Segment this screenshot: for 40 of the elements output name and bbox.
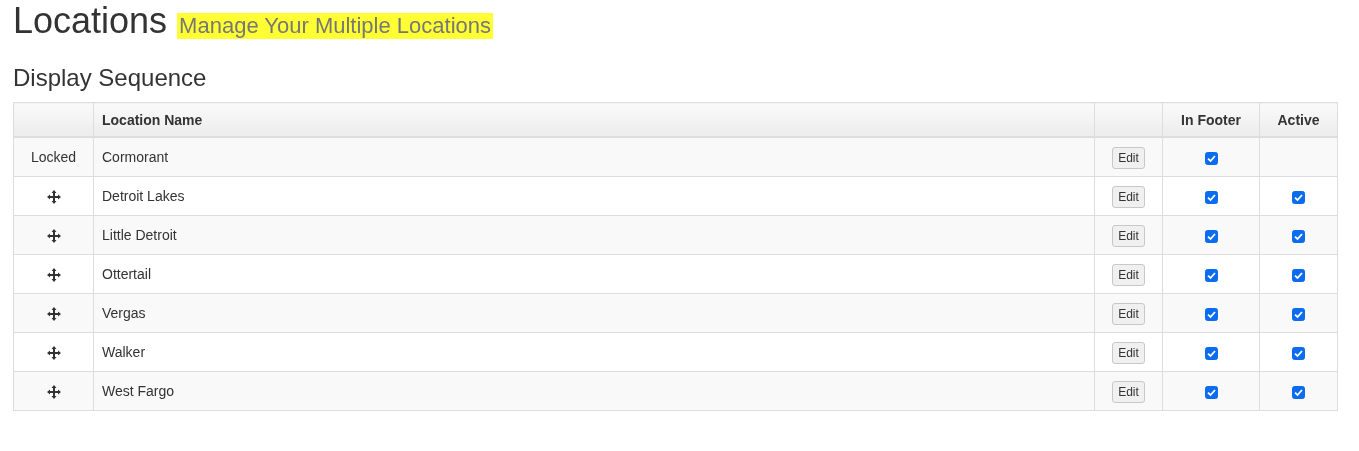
- checkbox[interactable]: [1292, 346, 1305, 360]
- move-icon[interactable]: [46, 268, 61, 283]
- move-icon[interactable]: [46, 385, 61, 400]
- locked-label: Locked: [30, 149, 77, 165]
- edit-button[interactable]: Edit: [1112, 303, 1145, 325]
- edit-button[interactable]: Edit: [1112, 225, 1145, 247]
- edit-button[interactable]: Edit: [1112, 264, 1145, 286]
- page-title: Locations: [13, 1, 168, 41]
- section-title: Display Sequence: [13, 63, 208, 93]
- checkbox[interactable]: [1204, 268, 1218, 282]
- edit-button[interactable]: Edit: [1112, 186, 1145, 208]
- checkbox[interactable]: [1292, 229, 1305, 243]
- location-name: Walker: [102, 344, 146, 360]
- location-name: Vergas: [102, 305, 146, 321]
- checkbox[interactable]: [1204, 229, 1218, 243]
- move-icon[interactable]: [46, 229, 61, 244]
- checkbox[interactable]: [1204, 151, 1218, 165]
- checkbox[interactable]: [1204, 307, 1218, 321]
- location-name: Cormorant: [102, 149, 169, 165]
- checkbox[interactable]: [1292, 190, 1305, 204]
- checkbox[interactable]: [1292, 307, 1305, 321]
- checkbox[interactable]: [1292, 385, 1305, 399]
- column-header: Active: [1259, 102, 1338, 137]
- location-name: West Fargo: [102, 383, 175, 399]
- location-name: Ottertail: [102, 266, 151, 282]
- location-name: Little Detroit: [102, 227, 177, 243]
- edit-button[interactable]: Edit: [1112, 147, 1145, 169]
- column-header: In Footer: [1162, 102, 1260, 137]
- checkbox[interactable]: [1204, 190, 1218, 204]
- location-name: Detroit Lakes: [102, 188, 185, 204]
- move-icon[interactable]: [46, 307, 61, 322]
- checkbox[interactable]: [1292, 268, 1305, 282]
- checkbox[interactable]: [1204, 385, 1218, 399]
- edit-button[interactable]: Edit: [1112, 342, 1145, 364]
- page-subtitle: Manage Your Multiple Locations: [177, 13, 493, 39]
- column-header: Location Name: [93, 102, 1095, 137]
- checkbox[interactable]: [1204, 346, 1218, 360]
- edit-button[interactable]: Edit: [1112, 381, 1145, 403]
- move-icon[interactable]: [46, 346, 61, 361]
- move-icon[interactable]: [46, 190, 61, 205]
